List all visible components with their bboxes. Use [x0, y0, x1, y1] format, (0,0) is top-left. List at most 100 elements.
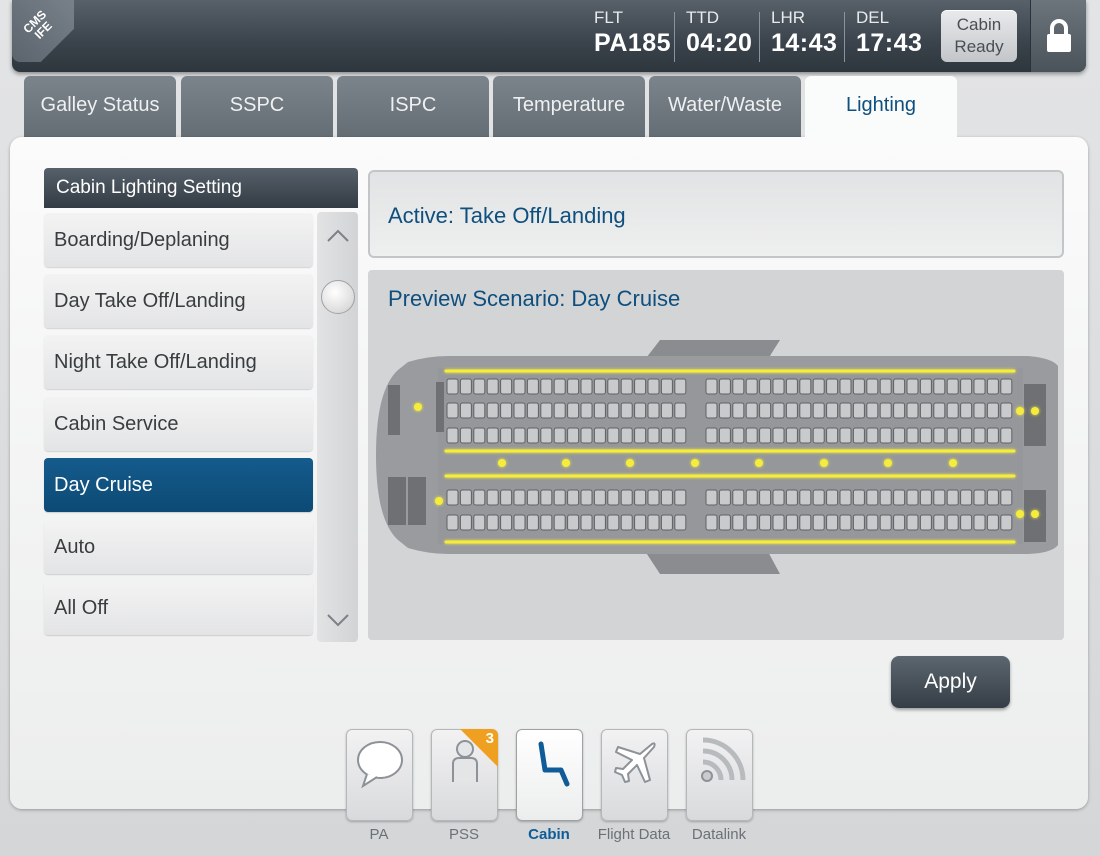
scenario-night-takeoff-landing[interactable]: Night Take Off/Landing — [44, 335, 313, 389]
scroll-thumb[interactable] — [321, 280, 355, 314]
seat — [718, 489, 731, 506]
seat — [607, 427, 620, 444]
seat — [500, 489, 513, 506]
seat — [1000, 514, 1013, 531]
scenario-auto[interactable]: Auto — [44, 520, 313, 574]
nav-cabin-button[interactable] — [516, 729, 583, 821]
tab-lighting[interactable]: Lighting — [805, 76, 957, 142]
seat — [893, 402, 906, 419]
seat — [446, 378, 459, 395]
seat — [580, 514, 593, 531]
seat — [473, 402, 486, 419]
scroll-down-button[interactable] — [317, 600, 358, 640]
seat — [772, 378, 785, 395]
nav-datalink-button[interactable] — [686, 729, 753, 821]
apply-button[interactable]: Apply — [891, 656, 1010, 708]
seat — [553, 489, 566, 506]
seat — [906, 514, 919, 531]
seat — [826, 402, 839, 419]
seat — [607, 489, 620, 506]
scroll-up-button[interactable] — [317, 216, 358, 256]
active-scenario-text: Active: Take Off/Landing — [388, 203, 626, 228]
pss-badge-count: 3 — [485, 730, 494, 747]
nav-pa-button[interactable] — [346, 729, 413, 821]
seat — [620, 514, 633, 531]
ttd-label: TTD — [686, 8, 720, 27]
seat — [718, 378, 731, 395]
seat — [946, 378, 959, 395]
seat — [540, 489, 553, 506]
seat — [772, 514, 785, 531]
seat — [526, 378, 539, 395]
light-spot — [435, 497, 443, 505]
seat — [500, 427, 513, 444]
seat — [513, 514, 526, 531]
seat — [732, 514, 745, 531]
seat — [705, 427, 718, 444]
seat — [745, 402, 758, 419]
seat — [718, 402, 731, 419]
seat — [459, 489, 472, 506]
seat — [986, 402, 999, 419]
light-spot — [562, 459, 570, 467]
nav-pss-button[interactable]: 3 — [431, 729, 498, 821]
seat — [933, 514, 946, 531]
seat — [785, 378, 798, 395]
seat — [986, 378, 999, 395]
cms-ife-badge: CMS IFE — [12, 0, 74, 62]
seat — [718, 427, 731, 444]
cabin-ready-line-2: Ready — [954, 37, 1004, 56]
lock-button[interactable] — [1030, 0, 1086, 72]
scenario-boarding-deplaning[interactable]: Boarding/Deplaning — [44, 213, 313, 267]
seat — [593, 378, 606, 395]
seat — [866, 402, 879, 419]
light-spot — [949, 459, 957, 467]
seat — [799, 378, 812, 395]
seat — [647, 378, 660, 395]
galley-block — [388, 385, 400, 435]
seat — [799, 427, 812, 444]
speech-bubble-icon — [357, 741, 403, 789]
seat — [647, 489, 660, 506]
seat — [879, 514, 892, 531]
seat — [513, 489, 526, 506]
header-divider — [674, 12, 675, 62]
seat — [906, 489, 919, 506]
nav-flight-data-button[interactable] — [601, 729, 668, 821]
scenario-day-cruise[interactable]: Day Cruise — [44, 458, 313, 512]
seat — [486, 427, 499, 444]
destination-label: DEL — [856, 8, 890, 27]
seat — [973, 514, 986, 531]
header-divider — [759, 12, 760, 62]
tab-temperature[interactable]: Temperature — [493, 76, 645, 138]
light-spot — [691, 459, 699, 467]
seat — [1000, 489, 1013, 506]
tab-galley-status[interactable]: Galley Status — [24, 76, 176, 138]
seat — [986, 427, 999, 444]
tab-ispc[interactable]: ISPC — [337, 76, 489, 138]
seat — [839, 378, 852, 395]
scenario-all-off[interactable]: All Off — [44, 581, 313, 635]
seat — [852, 514, 865, 531]
scenario-day-takeoff-landing[interactable]: Day Take Off/Landing — [44, 274, 313, 328]
seat — [866, 378, 879, 395]
seat — [540, 427, 553, 444]
destination-time: 17:43 — [856, 29, 923, 57]
seat — [620, 489, 633, 506]
cabin-ready-button[interactable]: Cabin Ready — [941, 10, 1017, 62]
scenario-cabin-service[interactable]: Cabin Service — [44, 397, 313, 451]
seat — [459, 514, 472, 531]
tab-sspc[interactable]: SSPC — [181, 76, 333, 138]
lock-icon — [1046, 19, 1071, 52]
seat — [785, 427, 798, 444]
seat — [866, 427, 879, 444]
scenario-scrollbar[interactable] — [317, 212, 358, 642]
light-spot — [755, 459, 763, 467]
seat — [839, 402, 852, 419]
seat — [1000, 402, 1013, 419]
seat — [593, 402, 606, 419]
tab-water-waste[interactable]: Water/Waste — [649, 76, 801, 138]
seat — [500, 378, 513, 395]
seat — [745, 489, 758, 506]
seat — [852, 402, 865, 419]
